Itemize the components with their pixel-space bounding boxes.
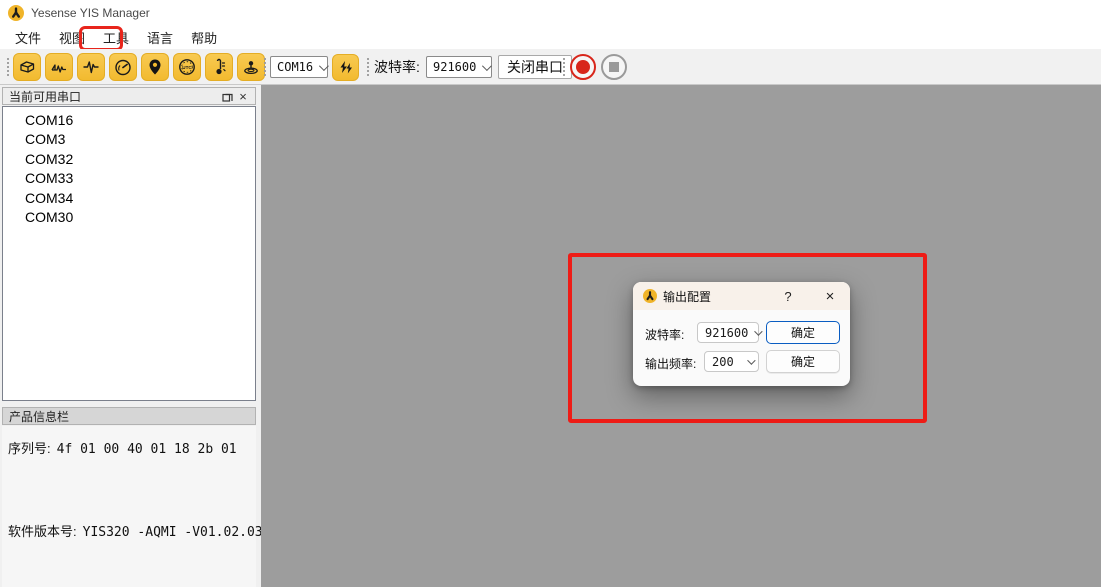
chevron-down-icon (482, 61, 492, 71)
app-logo-icon (8, 5, 24, 21)
menu-view[interactable]: 视图 (50, 25, 94, 49)
info-panel-header: 产品信息栏 (2, 407, 256, 425)
info-panel-title: 产品信息栏 (9, 408, 69, 425)
stop-button[interactable] (601, 54, 627, 80)
toolbar-grip[interactable] (365, 56, 370, 78)
utc-clock-icon[interactable]: UTC (173, 53, 201, 81)
menu-tools[interactable]: 工具 (94, 25, 138, 49)
serial-panel-title: 当前可用串口 (9, 88, 81, 105)
close-panel-icon[interactable]: × (235, 89, 251, 103)
serial-port-item[interactable]: COM16 (3, 111, 255, 130)
thermometer-icon[interactable] (205, 53, 233, 81)
baud-rate-select[interactable]: 921600 (426, 56, 492, 78)
app-window: Yesense YIS Manager 文件 视图 工具 语言 帮助 (0, 0, 1101, 587)
product-info-panel: 序列号: 4f 01 00 40 01 18 2b 01 软件版本号: YIS3… (2, 426, 256, 587)
toolbar: UTC COM16 (0, 49, 1101, 85)
refresh-ports-button[interactable] (332, 54, 359, 81)
port-select[interactable]: COM16 (270, 56, 328, 78)
serial-port-list: COM16 COM3 COM32 COM33 COM34 COM30 (2, 106, 256, 401)
output-config-dialog: 输出配置 ? × 波特率: 921600 确定 输出频率: 200 确定 (633, 282, 850, 386)
menu-help[interactable]: 帮助 (182, 25, 226, 49)
dialog-baud-value: 921600 (705, 326, 748, 340)
record-button[interactable] (570, 54, 596, 80)
dialog-freq-ok-button[interactable]: 确定 (766, 350, 840, 373)
record-icon (576, 60, 590, 74)
baud-rate-value: 921600 (433, 60, 476, 74)
level-icon[interactable] (237, 53, 265, 81)
serial-port-item[interactable]: COM34 (3, 189, 255, 208)
dialog-title: 输出配置 (663, 288, 711, 305)
serial-panel-header: 当前可用串口 × (2, 87, 256, 105)
serial-port-item[interactable]: COM32 (3, 150, 255, 169)
chevron-down-icon (319, 61, 329, 71)
gauge-icon[interactable] (109, 53, 137, 81)
location-icon[interactable] (141, 53, 169, 81)
app-title: Yesense YIS Manager (31, 6, 150, 20)
svg-text:UTC: UTC (182, 65, 192, 70)
dialog-freq-label: 输出频率: (645, 355, 696, 372)
toolbar-grip[interactable] (561, 56, 566, 78)
toolbar-grip[interactable] (262, 56, 267, 78)
dialog-title-bar[interactable]: 输出配置 ? × (633, 282, 850, 310)
float-panel-icon[interactable] (219, 89, 235, 103)
title-bar: Yesense YIS Manager (0, 0, 1101, 25)
toolbar-grip[interactable] (5, 56, 10, 78)
dialog-help-button[interactable]: ? (776, 282, 800, 310)
dialog-baud-label: 波特率: (645, 326, 684, 343)
baud-rate-label: 波特率: (374, 49, 420, 85)
firmware-version-label: 软件版本号: (8, 521, 77, 540)
serial-port-item[interactable]: COM3 (3, 130, 255, 149)
serial-port-item[interactable]: COM33 (3, 169, 255, 188)
chevron-down-icon (755, 327, 763, 335)
cube-icon[interactable] (13, 53, 41, 81)
serial-port-item[interactable]: COM30 (3, 208, 255, 227)
serial-number-value: 4f 01 00 40 01 18 2b 01 (57, 442, 237, 457)
dialog-baud-ok-button[interactable]: 确定 (766, 321, 840, 344)
port-select-value: COM16 (277, 60, 313, 74)
dialog-close-button[interactable]: × (816, 282, 844, 310)
dialog-logo-icon (643, 289, 657, 303)
chevron-down-icon (747, 356, 755, 364)
main-workspace: 输出配置 ? × 波特率: 921600 确定 输出频率: 200 确定 (261, 85, 1101, 587)
serial-number-label: 序列号: (8, 438, 51, 457)
menu-language[interactable]: 语言 (138, 25, 182, 49)
menu-bar: 文件 视图 工具 语言 帮助 (0, 25, 1101, 49)
firmware-version-value: YIS320 -AQMI -V01.02.03; (83, 525, 271, 540)
dialog-freq-value: 200 (712, 355, 734, 369)
dialog-freq-select[interactable]: 200 (704, 351, 759, 372)
stop-icon (609, 62, 619, 72)
pulse-wave-icon[interactable] (77, 53, 105, 81)
menu-file[interactable]: 文件 (6, 25, 50, 49)
attitude-wave-icon[interactable] (45, 53, 73, 81)
dialog-baud-select[interactable]: 921600 (697, 322, 759, 343)
